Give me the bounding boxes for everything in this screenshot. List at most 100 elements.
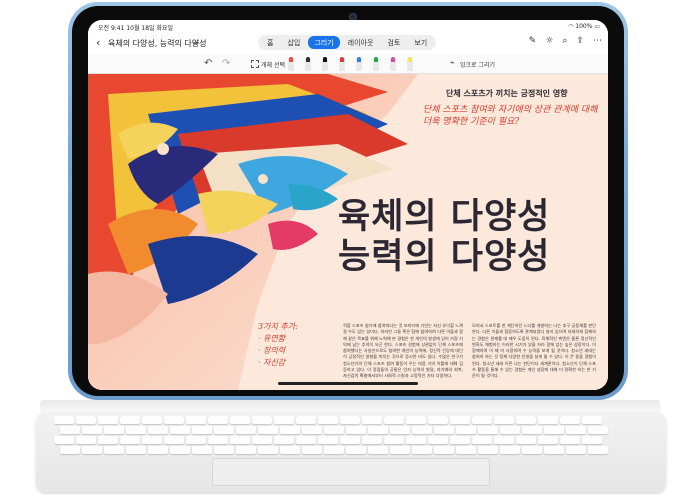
key[interactable]: [164, 416, 184, 424]
key[interactable]: [208, 436, 228, 444]
share-icon[interactable]: ⇪: [576, 36, 584, 46]
key[interactable]: [318, 416, 338, 424]
key[interactable]: [208, 416, 228, 424]
key[interactable]: [544, 446, 564, 454]
key[interactable]: [346, 426, 366, 434]
key[interactable]: [82, 426, 102, 434]
key[interactable]: [428, 436, 448, 444]
tab-2[interactable]: 그리기: [308, 36, 340, 49]
key[interactable]: [582, 436, 602, 444]
tab-1[interactable]: 삽입: [281, 36, 306, 49]
tab-5[interactable]: 보기: [408, 36, 433, 49]
key[interactable]: [390, 426, 410, 434]
key[interactable]: [252, 416, 272, 424]
key[interactable]: [76, 416, 96, 424]
key[interactable]: [214, 446, 234, 454]
key[interactable]: [274, 436, 294, 444]
key[interactable]: [186, 436, 206, 444]
key[interactable]: [368, 446, 388, 454]
key[interactable]: [54, 416, 74, 424]
key[interactable]: [450, 436, 470, 444]
key[interactable]: [384, 436, 404, 444]
key[interactable]: [516, 416, 536, 424]
key[interactable]: [456, 446, 476, 454]
pen-icon[interactable]: ✎: [529, 36, 537, 46]
trackpad[interactable]: [212, 458, 490, 486]
key[interactable]: [186, 416, 206, 424]
redo-icon[interactable]: ↷: [222, 58, 230, 69]
pen-tool-1[interactable]: [305, 57, 311, 71]
key[interactable]: [384, 416, 404, 424]
undo-icon[interactable]: ↶: [204, 58, 212, 69]
search-icon[interactable]: ⌕: [562, 36, 567, 46]
key[interactable]: [54, 436, 74, 444]
key[interactable]: [500, 426, 520, 434]
key[interactable]: [472, 416, 492, 424]
key[interactable]: [566, 446, 586, 454]
key[interactable]: [258, 426, 278, 434]
key[interactable]: [302, 446, 322, 454]
key[interactable]: [230, 416, 250, 424]
key[interactable]: [406, 416, 426, 424]
key[interactable]: [258, 446, 278, 454]
key[interactable]: [142, 416, 162, 424]
key[interactable]: [368, 426, 388, 434]
key[interactable]: [60, 426, 80, 434]
key[interactable]: [566, 426, 586, 434]
key[interactable]: [456, 426, 476, 434]
key[interactable]: [588, 426, 608, 434]
key[interactable]: [296, 416, 316, 424]
key[interactable]: [318, 436, 338, 444]
key[interactable]: [560, 436, 580, 444]
key[interactable]: [494, 416, 514, 424]
select-objects-label[interactable]: 개체 선택: [261, 60, 285, 69]
key[interactable]: [324, 446, 344, 454]
key[interactable]: [126, 446, 146, 454]
pen-tool-3[interactable]: [339, 57, 345, 71]
pen-tool-6[interactable]: [390, 57, 396, 71]
key[interactable]: [192, 446, 212, 454]
back-chevron-icon[interactable]: ‹: [96, 36, 100, 49]
key[interactable]: [588, 446, 608, 454]
key[interactable]: [148, 426, 168, 434]
key[interactable]: [120, 436, 140, 444]
pen-tool-4[interactable]: [356, 57, 362, 71]
key[interactable]: [412, 446, 432, 454]
tab-3[interactable]: 레이아웃: [342, 36, 380, 49]
key[interactable]: [148, 446, 168, 454]
key[interactable]: [236, 446, 256, 454]
key[interactable]: [522, 446, 542, 454]
key[interactable]: [362, 416, 382, 424]
pen-tool-7[interactable]: [407, 57, 413, 71]
key[interactable]: [516, 436, 536, 444]
key[interactable]: [104, 426, 124, 434]
tab-0[interactable]: 홈: [261, 36, 279, 49]
key[interactable]: [544, 426, 564, 434]
key[interactable]: [214, 426, 234, 434]
key[interactable]: [390, 446, 410, 454]
key[interactable]: [302, 426, 322, 434]
ink-to-shape-label[interactable]: 잉크로 그리기: [460, 60, 495, 69]
key[interactable]: [362, 436, 382, 444]
key[interactable]: [428, 416, 448, 424]
cloud-sync-icon[interactable]: ☁: [192, 38, 199, 46]
key[interactable]: [230, 436, 250, 444]
key[interactable]: [412, 426, 432, 434]
key[interactable]: [274, 416, 294, 424]
key[interactable]: [120, 416, 140, 424]
key[interactable]: [538, 436, 558, 444]
key[interactable]: [434, 446, 454, 454]
key[interactable]: [494, 436, 514, 444]
key[interactable]: [522, 426, 542, 434]
key[interactable]: [280, 426, 300, 434]
tab-4[interactable]: 검토: [381, 36, 406, 49]
pen-tool-2[interactable]: [322, 57, 328, 71]
key[interactable]: [346, 446, 366, 454]
key[interactable]: [538, 416, 558, 424]
select-objects-icon[interactable]: [251, 60, 259, 68]
key[interactable]: [280, 446, 300, 454]
key[interactable]: [98, 416, 118, 424]
key[interactable]: [450, 416, 470, 424]
key[interactable]: [406, 436, 426, 444]
key[interactable]: [478, 426, 498, 434]
